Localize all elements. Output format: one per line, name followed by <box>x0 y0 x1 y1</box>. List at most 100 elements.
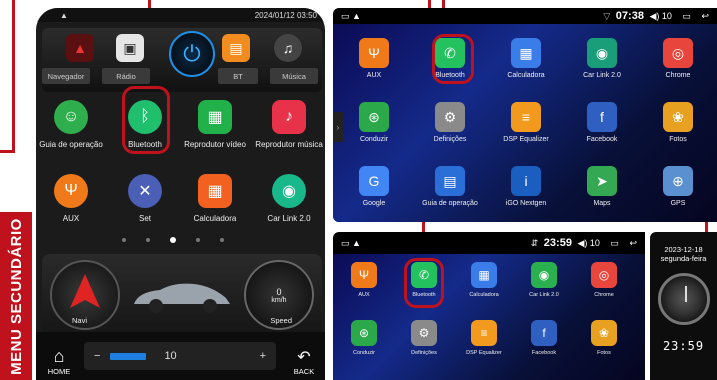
app-chrome[interactable]: ◎ Chrome <box>643 38 713 79</box>
tools-icon: ✕ <box>128 174 162 208</box>
steering-wheel-icon: ⊛ <box>359 102 389 132</box>
dock-label-navegador[interactable]: Navegador <box>42 68 90 84</box>
app-calculadora[interactable]: ▦ Calculadora <box>491 38 561 79</box>
highlight-bluetooth <box>122 86 170 154</box>
home-button[interactable]: ⌂ HOME <box>42 336 76 376</box>
calculator-icon: ▦ <box>511 38 541 68</box>
music-disc-icon[interactable]: ♫ <box>274 34 302 62</box>
steering-wheel-icon: ⊛ <box>351 320 377 346</box>
app-label: Fotos <box>597 350 611 356</box>
app-gps[interactable]: ⊕ GPS <box>643 166 713 207</box>
home-indicator-icon: ▭ ▲ <box>341 237 361 248</box>
app-facebook[interactable]: f Facebook <box>567 102 637 143</box>
app-defini-es[interactable]: ⚙ Definições <box>415 102 485 143</box>
app-chrome[interactable]: ◎ Chrome <box>575 262 633 298</box>
app-conduzir[interactable]: ⊛ Conduzir <box>339 102 409 143</box>
status-volume: 10 <box>589 238 600 248</box>
app-igo-nextgen[interactable]: i iGO Nextgen <box>491 166 561 207</box>
bottom-bar: ⌂ HOME − 10 + ↶ BACK <box>36 332 325 380</box>
volume-up-button[interactable]: + <box>260 350 266 362</box>
app-guia-de-opera-o[interactable]: ▤ Guia de operação <box>415 166 485 207</box>
app-calculadora[interactable]: ▦ Calculadora <box>180 174 250 223</box>
volume-control: − 10 + <box>84 342 276 370</box>
app-label: DSP Equalizer <box>466 350 502 356</box>
app-label: Calculadora <box>469 292 499 298</box>
volume-value: 10 <box>164 350 177 362</box>
aux-icon: Ψ <box>359 38 389 68</box>
radio-icon[interactable]: ▣ <box>116 34 144 62</box>
recent-apps-icon[interactable]: ▭ <box>610 238 619 248</box>
app-aux[interactable]: Ψ AUX <box>36 174 106 223</box>
vertical-head-unit-screen: ▲ 2024/01/12 03:50 ▲ ▣ ⏻ ▤ ♫ Navegador R… <box>36 8 325 380</box>
status-right: ⇵ 23:59 ◀) 10 ▭ ↩ <box>531 237 637 249</box>
app-car-link-2-0[interactable]: ◉ Car Link 2.0 <box>567 38 637 79</box>
app-conduzir[interactable]: ⊛ Conduzir <box>335 320 393 356</box>
callout-line <box>12 0 15 153</box>
back-icon[interactable]: ↩ <box>629 238 637 248</box>
volume-bar[interactable] <box>110 352 147 360</box>
weekday-text: segunda-feira <box>660 253 707 263</box>
settings-icon: ⚙ <box>435 102 465 132</box>
secondary-menu-banner: MENU SECUNDÁRIO <box>0 212 32 380</box>
back-icon[interactable]: ↩ <box>701 11 709 21</box>
dock-label-radio[interactable]: Rádio <box>102 68 150 84</box>
equalizer-icon: ≡ <box>511 102 541 132</box>
speed-unit: km/h <box>271 296 287 304</box>
app-label: Fotos <box>669 136 687 143</box>
back-button[interactable]: ↶ BACK <box>287 336 321 376</box>
page-dot <box>220 238 224 242</box>
status-bar: ▭ ▲ ▽ 07:38 ◀) 10 ▭ ↩ <box>333 8 717 24</box>
app-label: Conduzir <box>359 136 388 143</box>
aux-icon: Ψ <box>351 262 377 288</box>
speed-label: Speed <box>270 316 292 325</box>
back-label: BACK <box>293 367 315 376</box>
dock-label-musica[interactable]: Música <box>270 68 318 84</box>
app-set[interactable]: ✕ Set <box>110 174 180 223</box>
status-time: 2024/01/12 03:50 <box>254 10 317 20</box>
compass-icon[interactable]: ▲ <box>66 34 94 62</box>
app-fotos[interactable]: ❀ Fotos <box>575 320 633 356</box>
google-icon: G <box>359 166 389 196</box>
app-label: AUX <box>366 72 382 79</box>
app-label: Conduzir <box>352 350 375 356</box>
app-aux[interactable]: Ψ AUX <box>335 262 393 298</box>
app-car-link-2-0[interactable]: ◉ Car Link 2.0 <box>515 262 573 298</box>
highlight-bluetooth <box>404 258 444 308</box>
app-fotos[interactable]: ❀ Fotos <box>643 102 713 143</box>
app-dsp-equalizer[interactable]: ≡ DSP Equalizer <box>455 320 513 356</box>
equalizer-icon: ≡ <box>471 320 497 346</box>
power-button[interactable]: ⏻ <box>169 31 215 77</box>
page-dot <box>196 238 200 242</box>
app-dsp-equalizer[interactable]: ≡ DSP Equalizer <box>491 102 561 143</box>
app-reprodutor-musica[interactable]: ♪ Reprodutor música <box>254 100 324 149</box>
app-defini-es[interactable]: ⚙ Definições <box>395 320 453 356</box>
photos-icon: ❀ <box>591 320 617 346</box>
app-label: Car Link 2.0 <box>529 292 559 298</box>
app-aux[interactable]: Ψ AUX <box>339 38 409 79</box>
back-icon: ↶ <box>297 349 311 366</box>
status-volume: 10 <box>661 11 672 21</box>
status-bar: ▲ 2024/01/12 03:50 <box>36 8 325 22</box>
app-google[interactable]: G Google <box>339 166 409 207</box>
app-facebook[interactable]: f Facebook <box>515 320 573 356</box>
calculator-icon: ▦ <box>471 262 497 288</box>
app-guia-de-operacao[interactable]: ☺ Guia de operação <box>36 100 106 149</box>
carlink-icon: ◉ <box>531 262 557 288</box>
clock-date: 2023-12-18 segunda-feira <box>650 245 717 263</box>
speed-value: 0 <box>276 286 282 297</box>
app-reprodutor-video[interactable]: ▦ Reprodutor vídeo <box>180 100 250 149</box>
maps-icon: ➤ <box>587 166 617 196</box>
volume-display: 10 <box>100 350 259 362</box>
app-calculadora[interactable]: ▦ Calculadora <box>455 262 513 298</box>
dock-label-bt[interactable]: BT <box>218 68 258 84</box>
chrome-icon: ◎ <box>591 262 617 288</box>
recent-apps-icon[interactable]: ▭ <box>682 11 691 21</box>
contacts-book-icon[interactable]: ▤ <box>222 34 250 62</box>
landscape-screen-small: ▭ ▲ ⇵ 23:59 ◀) 10 ▭ ↩ Ψ AUX ✆ Bluetooth ▦ Cal… <box>333 232 645 380</box>
highlight-bluetooth <box>432 34 474 84</box>
app-car-link[interactable]: ◉ Car Link 2.0 <box>254 174 324 223</box>
app-maps[interactable]: ➤ Maps <box>567 166 637 207</box>
facebook-icon: f <box>587 102 617 132</box>
guide-book-icon: ▤ <box>435 166 465 196</box>
app-label: DSP Equalizer <box>503 136 549 143</box>
